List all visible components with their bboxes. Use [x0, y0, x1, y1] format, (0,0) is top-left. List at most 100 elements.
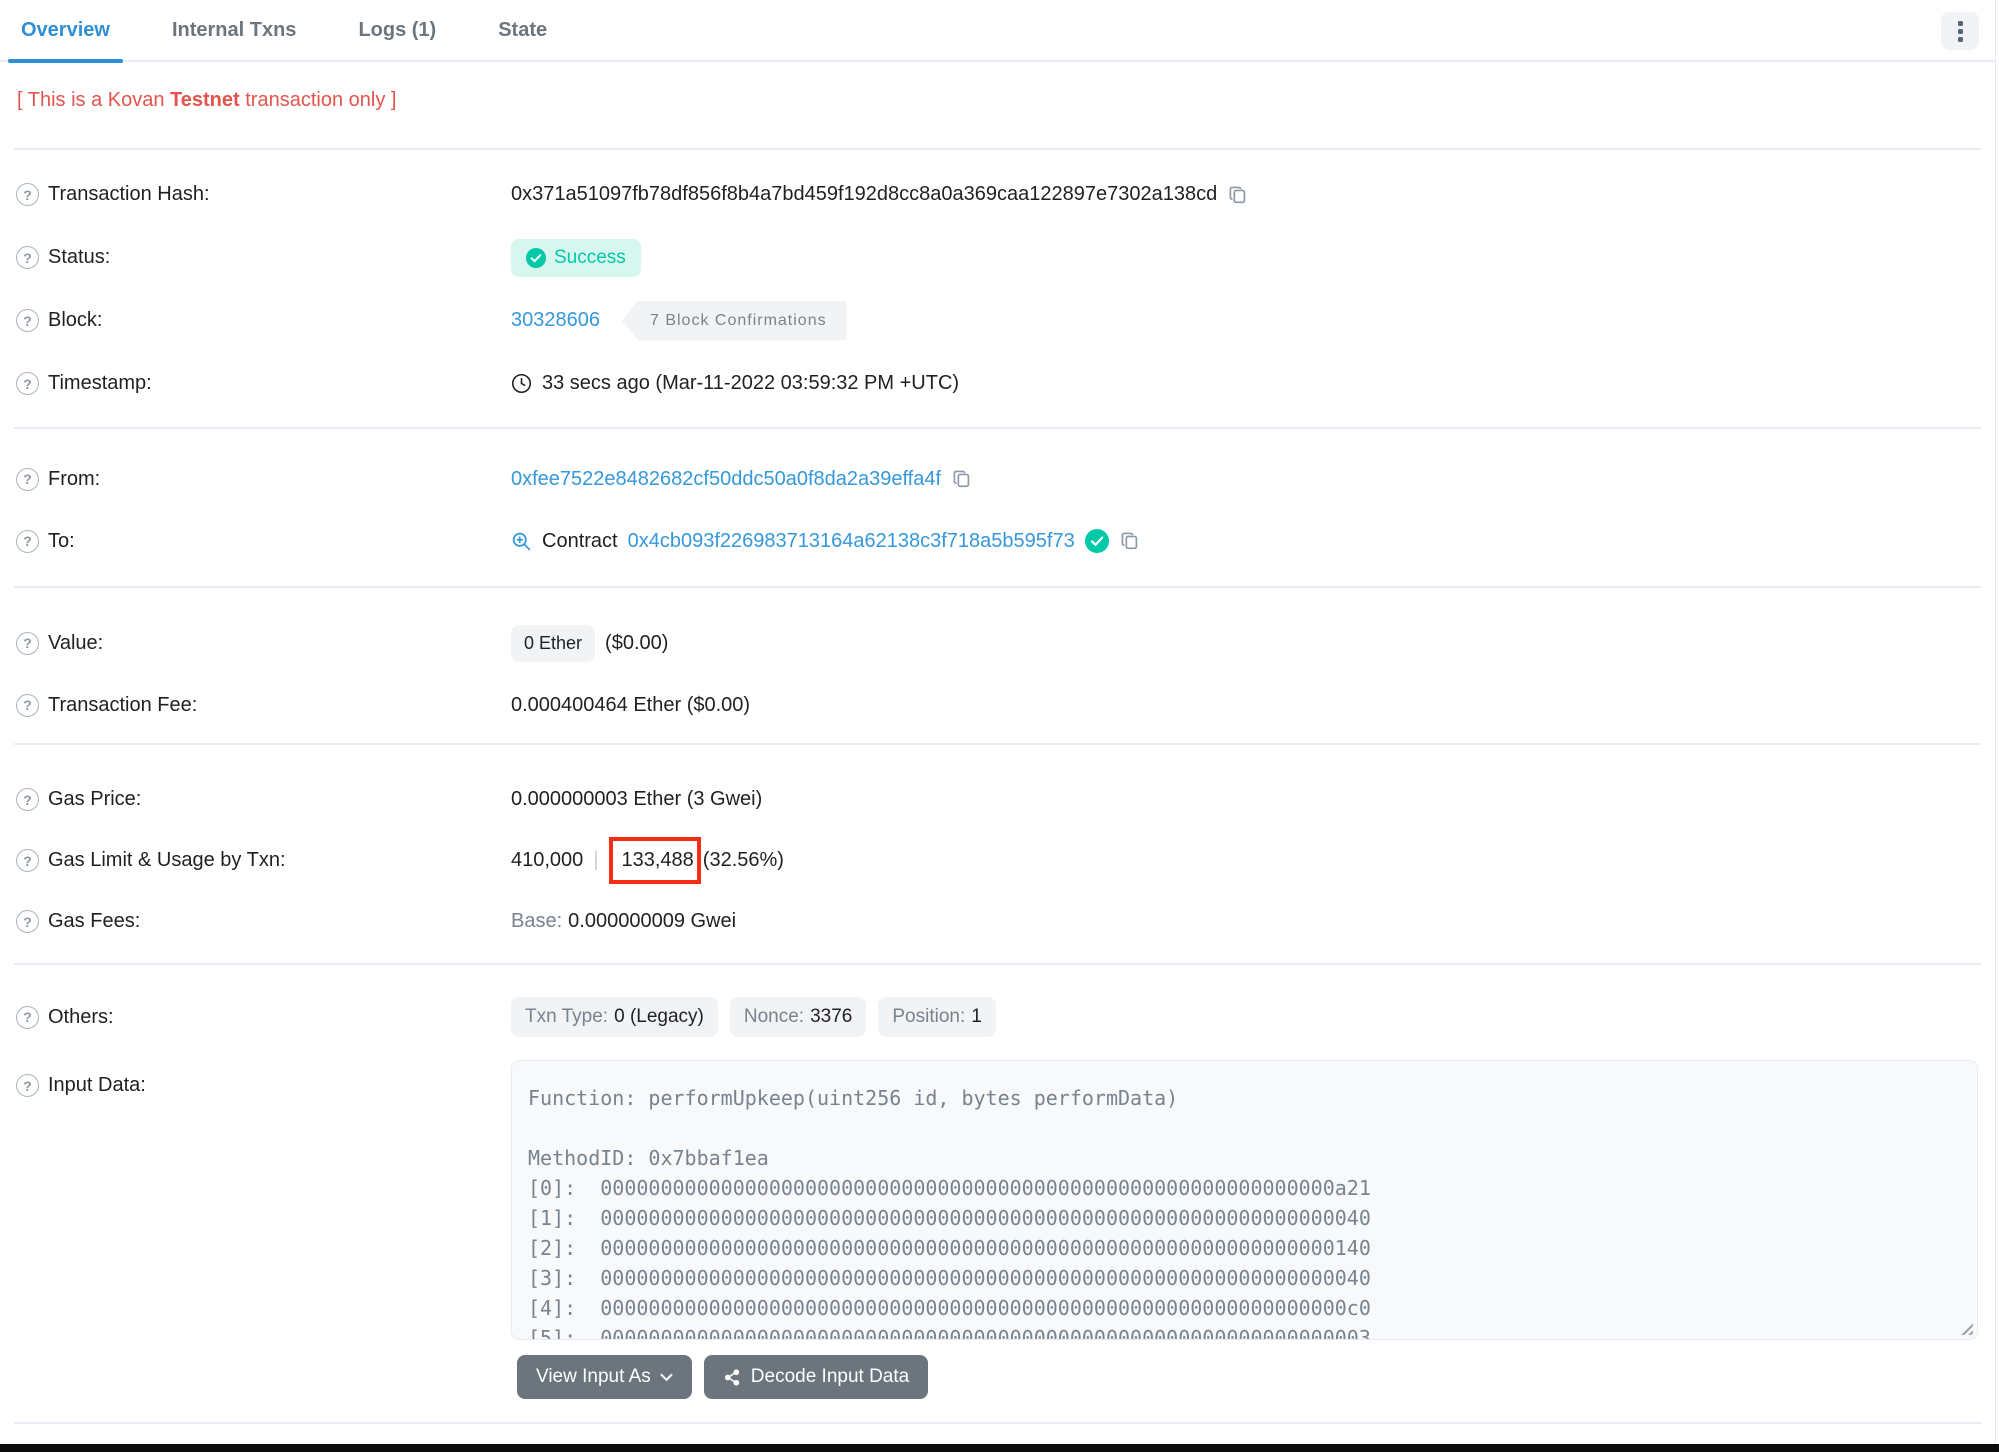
row-gas-fees: Gas Fees: Base: 0.000000009 Gwei	[16, 891, 1978, 952]
decode-input-data-label: Decode Input Data	[750, 1366, 910, 1387]
input-hex-line-4: [4]: 00000000000000000000000000000000000…	[528, 1296, 1371, 1320]
position-badge: Position: 1	[878, 997, 996, 1037]
zoom-in-icon[interactable]	[511, 531, 532, 552]
help-icon[interactable]	[16, 1005, 39, 1029]
view-input-as-label: View Input As	[536, 1366, 651, 1387]
input-methodid-line: MethodID: 0x7bbaf1ea	[528, 1146, 769, 1170]
section-value-fee: Value: 0 Ether ($0.00) Transaction Fee: …	[0, 588, 1995, 743]
row-from: From: 0xfee7522e8482682cf50ddc50a0f8da2a…	[16, 448, 1978, 510]
input-actions: View Input As Decode Input Data	[517, 1355, 1978, 1399]
verified-check-icon	[1084, 529, 1109, 553]
help-icon[interactable]	[16, 372, 39, 395]
input-data-box[interactable]: Function: performUpkeep(uint256 id, byte…	[511, 1060, 1978, 1340]
position-value: 1	[971, 1006, 982, 1027]
row-input-data: Input Data: Function: performUpkeep(uint…	[16, 1060, 1978, 1340]
txn-type-label: Txn Type:	[525, 1006, 609, 1027]
from-label: From:	[48, 467, 101, 490]
row-transaction-hash: Transaction Hash: 0x371a51097fb78df856f8…	[16, 163, 1978, 226]
annotation-red-box: 133,488	[608, 837, 701, 884]
copy-icon[interactable]	[1119, 530, 1141, 552]
help-icon[interactable]	[16, 788, 39, 811]
input-function-line: Function: performUpkeep(uint256 id, byte…	[528, 1086, 1179, 1110]
status-badge-text: Success	[554, 246, 626, 268]
gas-limit-value: 410,000	[511, 849, 584, 871]
help-icon[interactable]	[16, 1074, 39, 1097]
more-options-button[interactable]	[1941, 12, 1979, 50]
transaction-hash-value: 0x371a51097fb78df856f8b4a7bd459f192d8cc8…	[511, 183, 1218, 205]
to-contract-word: Contract	[542, 529, 618, 552]
row-block: Block: 30328606 7 Block Confirmations	[16, 289, 1978, 352]
help-icon[interactable]	[16, 309, 39, 332]
nonce-label: Nonce:	[743, 1006, 805, 1027]
section-others-input: Others: Txn Type: 0 (Legacy) Nonce: 3376…	[0, 965, 1995, 1422]
block-number-link[interactable]: 30328606	[511, 309, 600, 332]
input-hex-line-0: [0]: 00000000000000000000000000000000000…	[528, 1176, 1371, 1200]
help-icon[interactable]	[16, 467, 39, 491]
chevron-down-icon	[660, 1373, 673, 1381]
transaction-fee-value: 0.000400464 Ether ($0.00)	[511, 693, 751, 716]
help-icon[interactable]	[16, 910, 39, 933]
input-hex-line-1: [1]: 00000000000000000000000000000000000…	[528, 1206, 1371, 1230]
row-timestamp: Timestamp: 33 secs ago (Mar-11-2022 03:5…	[16, 352, 1978, 415]
txn-type-badge: Txn Type: 0 (Legacy)	[511, 997, 718, 1037]
notice-suffix: transaction only ]	[239, 89, 397, 111]
kebab-icon	[1957, 20, 1963, 42]
gas-price-label: Gas Price:	[48, 788, 142, 810]
help-icon[interactable]	[16, 849, 39, 872]
block-confirmations-badge: 7 Block Confirmations	[621, 300, 847, 341]
gas-fees-label: Gas Fees:	[48, 910, 141, 932]
check-circle-icon	[526, 247, 546, 268]
to-label: To:	[48, 529, 75, 552]
from-address-link[interactable]: 0xfee7522e8482682cf50ddc50a0f8da2a39effa…	[511, 468, 941, 491]
position-label: Position:	[892, 1006, 966, 1027]
timestamp-label: Timestamp:	[48, 372, 152, 394]
help-icon[interactable]	[16, 631, 39, 655]
transaction-fee-label: Transaction Fee:	[48, 693, 198, 716]
tabs-bar: Overview Internal Txns Logs (1) State	[0, 0, 1995, 63]
status-badge: Success	[511, 238, 641, 277]
input-data-label: Input Data:	[48, 1074, 146, 1096]
tab-internal-txns[interactable]: Internal Txns	[164, 0, 304, 61]
tab-logs[interactable]: Logs (1)	[350, 0, 444, 61]
input-hex-line-2: [2]: 00000000000000000000000000000000000…	[528, 1236, 1371, 1260]
input-hex-line-3: [3]: 00000000000000000000000000000000000…	[528, 1266, 1371, 1290]
decode-input-data-button[interactable]: Decode Input Data	[703, 1355, 929, 1399]
to-address-link[interactable]: 0x4cb093f226983713164a62138c3f718a5b595f…	[628, 530, 1075, 553]
resize-grip[interactable]	[1958, 1320, 1973, 1335]
row-transaction-fee: Transaction Fee: 0.000400464 Ether ($0.0…	[16, 674, 1978, 736]
testnet-notice: [ This is a Kovan Testnet transaction on…	[0, 62, 1995, 148]
row-value: Value: 0 Ether ($0.00)	[16, 612, 1978, 674]
row-to: To: Contract 0x4cb093f226983713164a62138…	[16, 510, 1978, 572]
help-icon[interactable]	[16, 183, 39, 206]
copy-icon[interactable]	[1227, 184, 1249, 206]
tab-state[interactable]: State	[490, 0, 555, 61]
help-icon[interactable]	[16, 246, 39, 269]
help-icon[interactable]	[16, 529, 39, 553]
txn-type-value: 0 (Legacy)	[614, 1006, 704, 1027]
others-label: Others:	[48, 1005, 114, 1028]
section-from-to: From: 0xfee7522e8482682cf50ddc50a0f8da2a…	[0, 429, 1995, 586]
row-gas-price: Gas Price: 0.000000003 Ether (3 Gwei)	[16, 769, 1978, 830]
input-hex-line-5: [5]: 00000000000000000000000000000000000…	[528, 1326, 1371, 1340]
transaction-detail-page: Overview Internal Txns Logs (1) State [ …	[0, 0, 1999, 1452]
decode-icon	[724, 1368, 739, 1386]
section-gas: Gas Price: 0.000000003 Ether (3 Gwei) Ga…	[0, 745, 1995, 963]
clock-icon	[511, 373, 532, 394]
base-fee-label: Base:	[511, 910, 563, 932]
gas-price-value: 0.000000003 Ether (3 Gwei)	[511, 788, 763, 810]
separator-bar: |	[593, 849, 599, 871]
copy-icon[interactable]	[951, 468, 973, 490]
view-input-as-button[interactable]: View Input As	[517, 1355, 692, 1399]
section-hash-status-block-time: Transaction Hash: 0x371a51097fb78df856f8…	[0, 150, 1995, 427]
help-icon[interactable]	[16, 693, 39, 717]
notice-testnet: Testnet	[170, 89, 240, 111]
block-label: Block:	[48, 309, 103, 331]
notice-prefix: [ This is a Kovan	[17, 89, 171, 111]
row-others: Others: Txn Type: 0 (Legacy) Nonce: 3376…	[16, 986, 1978, 1048]
transaction-hash-label: Transaction Hash:	[48, 183, 210, 205]
tab-overview[interactable]: Overview	[8, 0, 123, 63]
gas-used-value: 133,488	[621, 849, 694, 871]
row-gas-limit-usage: Gas Limit & Usage by Txn: 410,000 | 133,…	[16, 830, 1978, 891]
gas-used-percent: (32.56%)	[702, 849, 784, 871]
base-fee-value: 0.000000009 Gwei	[568, 910, 737, 932]
